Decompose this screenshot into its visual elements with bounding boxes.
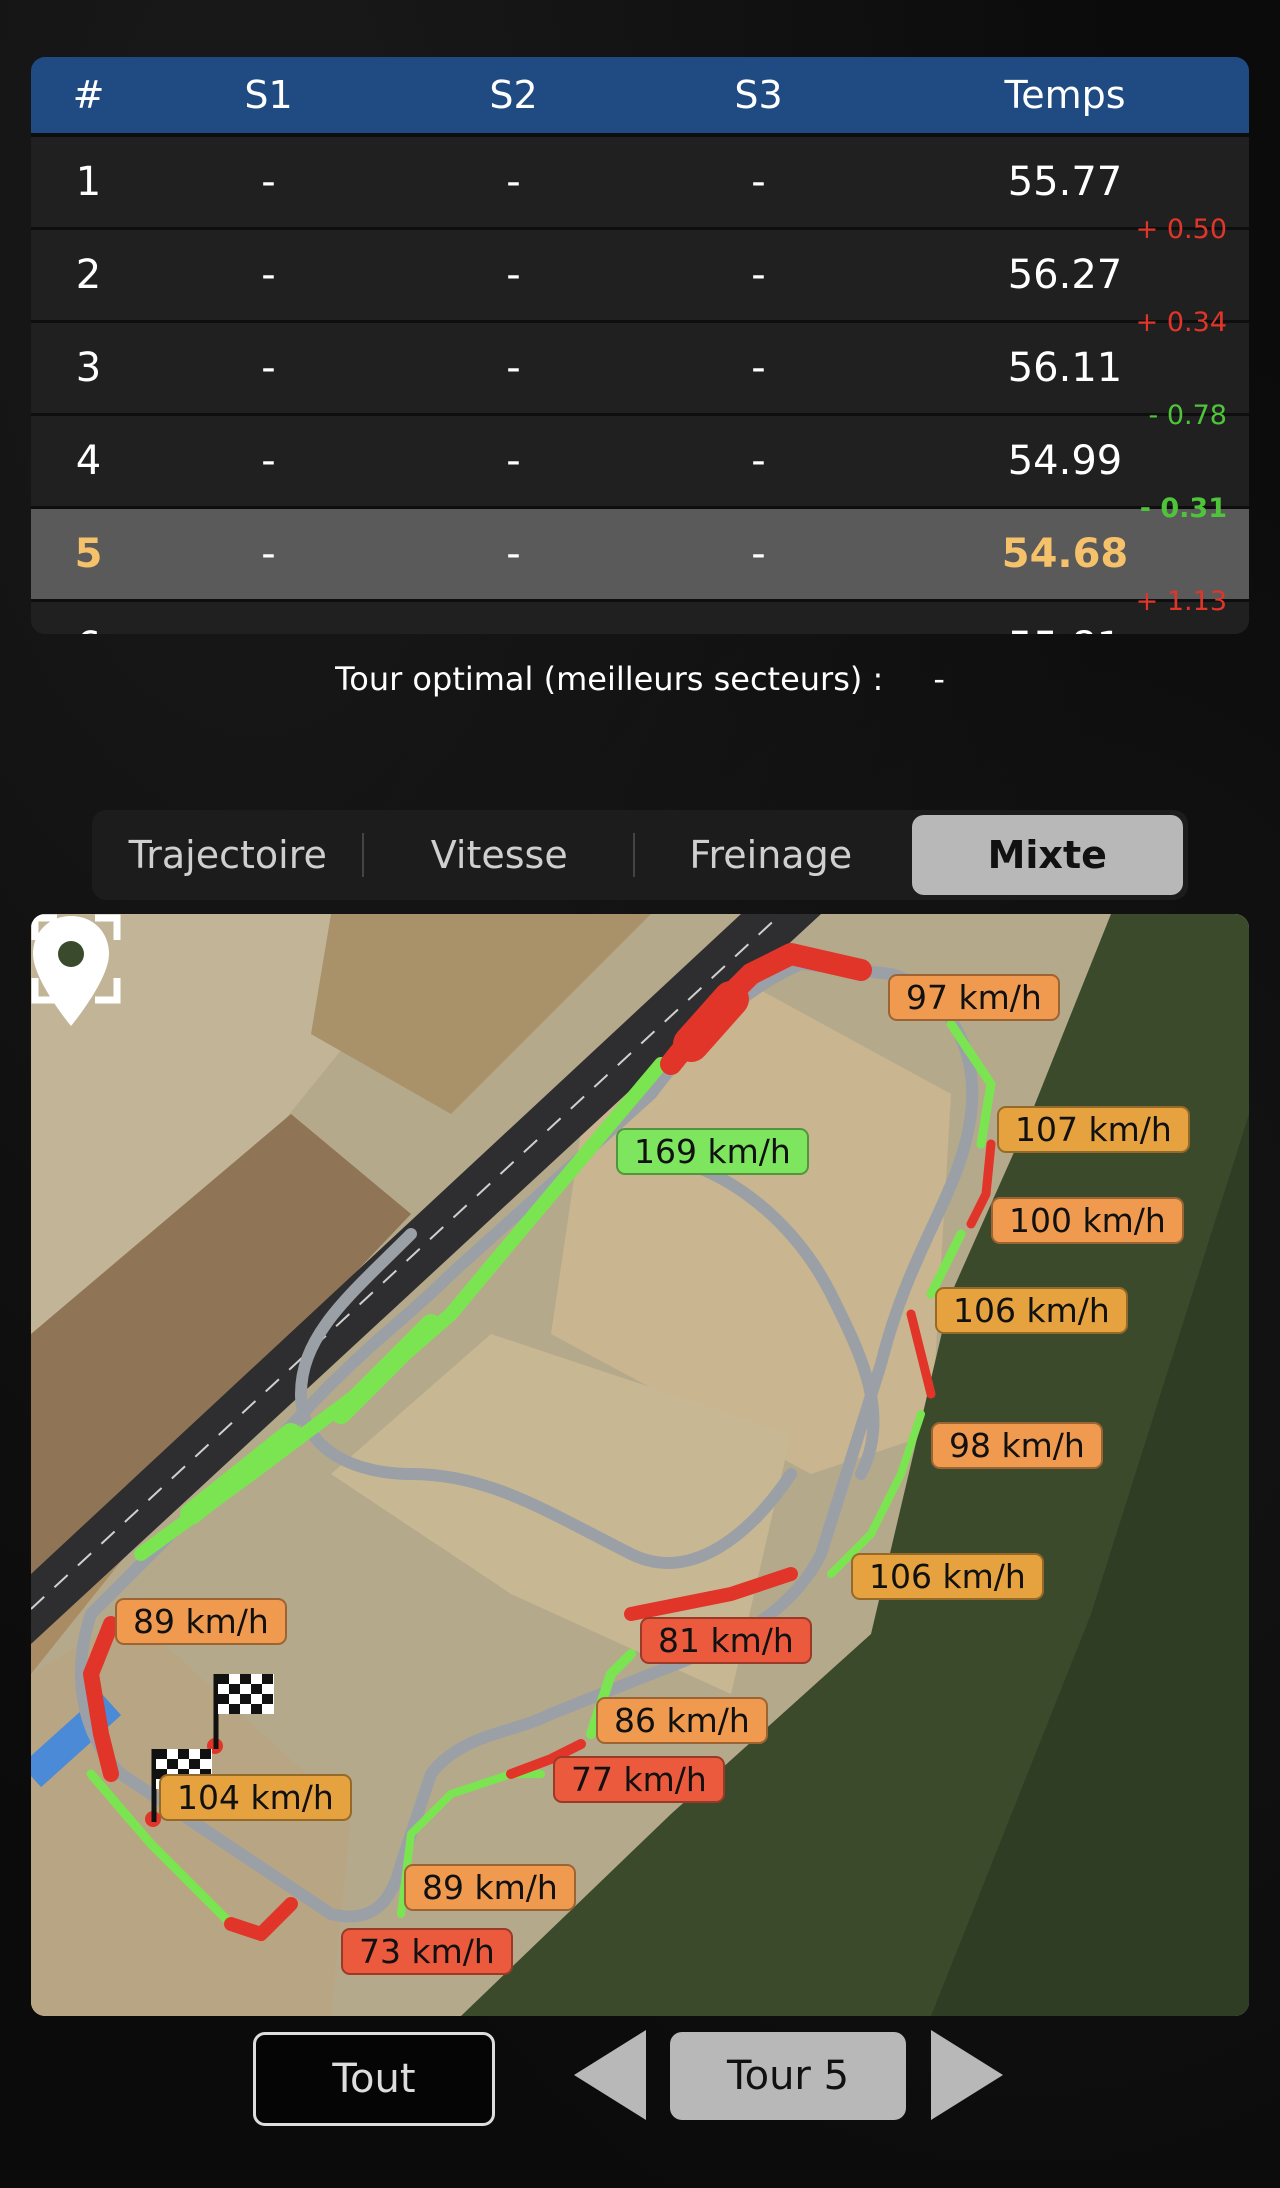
lap-number: 4 xyxy=(75,438,102,484)
optimal-lap-value: - xyxy=(933,660,945,698)
lap-delta: - 0.31 xyxy=(1139,493,1227,524)
sector-3: - xyxy=(751,252,766,298)
current-lap-button[interactable]: Tour 5 xyxy=(670,2032,906,2120)
tab-freinage[interactable]: Freinage xyxy=(635,815,907,895)
lap-time-value: 55.81 xyxy=(1008,624,1123,634)
sector-3: - xyxy=(751,531,766,577)
lap-number: 5 xyxy=(74,531,103,577)
sector-2: - xyxy=(506,345,521,391)
sector-1: - xyxy=(261,159,276,205)
next-lap-icon[interactable] xyxy=(931,2030,1003,2120)
speed-label: 89 km/h xyxy=(115,1598,287,1645)
sector-3: - xyxy=(751,345,766,391)
speed-label: 73 km/h xyxy=(341,1928,513,1975)
lap-number: 2 xyxy=(75,252,102,298)
tab-vitesse[interactable]: Vitesse xyxy=(364,815,636,895)
lap-number: 1 xyxy=(75,159,102,205)
header-s1: S1 xyxy=(244,73,293,117)
header-s2: S2 xyxy=(489,73,538,117)
sector-2: - xyxy=(506,159,521,205)
sector-1: - xyxy=(146,624,391,634)
lap-time-value: 54.99 xyxy=(1007,438,1123,484)
lap-time: 54.99 - 0.78 xyxy=(881,400,1249,484)
all-laps-button[interactable]: Tout xyxy=(253,2032,495,2126)
previous-lap-icon[interactable] xyxy=(574,2030,646,2120)
lap-time-value: 56.27 xyxy=(1007,252,1123,298)
view-mode-tabs: Trajectoire Vitesse Freinage Mixte xyxy=(92,810,1188,900)
sector-2: - xyxy=(391,624,636,634)
header-number: # xyxy=(72,73,105,117)
lap-number: 6 xyxy=(31,624,146,634)
speed-label: 98 km/h xyxy=(931,1422,1103,1469)
speed-label: 107 km/h xyxy=(997,1106,1190,1153)
table-row[interactable]: 1 - - - 55.77 xyxy=(31,137,1249,230)
sector-3: - xyxy=(751,438,766,484)
lap-delta: + 1.13 xyxy=(1135,586,1227,617)
lap-number: 3 xyxy=(75,345,102,391)
speed-label: 104 km/h xyxy=(159,1774,352,1821)
table-row-selected[interactable]: 5 - - - 54.68 - 0.31 xyxy=(31,493,1249,602)
lap-time-value: 56.11 xyxy=(1007,345,1123,391)
header-s3: S3 xyxy=(734,73,783,117)
sector-1: - xyxy=(261,531,276,577)
lap-time: 56.27 + 0.50 xyxy=(881,214,1249,298)
speed-label: 106 km/h xyxy=(935,1287,1128,1334)
sector-1: - xyxy=(261,345,276,391)
lap-time: 54.68 - 0.31 xyxy=(881,493,1249,577)
table-row[interactable]: 4 - - - 54.99 - 0.78 xyxy=(31,400,1249,509)
laps-table: # S1 S2 S3 Temps 1 - - - 55.77 2 - - - 5… xyxy=(31,57,1249,634)
sector-3: - xyxy=(751,159,766,205)
table-row[interactable]: 2 - - - 56.27 + 0.50 xyxy=(31,214,1249,323)
sector-1: - xyxy=(261,252,276,298)
track-map[interactable]: 97 km/h 169 km/h 107 km/h 100 km/h 106 k… xyxy=(31,914,1249,2016)
table-row[interactable]: 3 - - - 56.11 + 0.34 xyxy=(31,307,1249,416)
sector-2: - xyxy=(506,252,521,298)
tab-mixte[interactable]: Mixte xyxy=(911,815,1183,895)
location-pin-icon[interactable] xyxy=(31,914,111,1029)
table-row[interactable]: 6 - - - 55.81 + 1.13 xyxy=(31,586,1249,634)
speed-label: 106 km/h xyxy=(851,1553,1044,1600)
lap-time-value: 54.68 xyxy=(1001,531,1129,577)
sector-1: - xyxy=(261,438,276,484)
speed-label: 97 km/h xyxy=(888,974,1060,1021)
speed-label: 89 km/h xyxy=(404,1864,576,1911)
lap-time: 55.81 + 1.13 xyxy=(881,586,1249,634)
speed-label: 86 km/h xyxy=(596,1697,768,1744)
table-header: # S1 S2 S3 Temps xyxy=(31,57,1249,137)
lap-time: 55.77 xyxy=(881,159,1249,205)
lap-delta: + 0.34 xyxy=(1135,307,1227,338)
speed-label: 81 km/h xyxy=(640,1617,812,1664)
lap-delta: + 0.50 xyxy=(1135,214,1227,245)
optimal-lap-label: Tour optimal (meilleurs secteurs) : xyxy=(335,660,884,698)
lap-delta: - 0.78 xyxy=(1148,400,1227,431)
optimal-lap: Tour optimal (meilleurs secteurs) : - xyxy=(0,660,1280,698)
header-time: Temps xyxy=(1004,73,1126,117)
speed-label: 100 km/h xyxy=(991,1197,1184,1244)
lap-time-value: 55.77 xyxy=(1007,159,1123,205)
speed-label: 169 km/h xyxy=(616,1128,809,1175)
sector-2: - xyxy=(506,531,521,577)
lap-time: 56.11 + 0.34 xyxy=(881,307,1249,391)
tab-trajectoire[interactable]: Trajectoire xyxy=(92,815,364,895)
sector-2: - xyxy=(506,438,521,484)
sector-3: - xyxy=(636,624,881,634)
speed-label: 77 km/h xyxy=(553,1756,725,1803)
